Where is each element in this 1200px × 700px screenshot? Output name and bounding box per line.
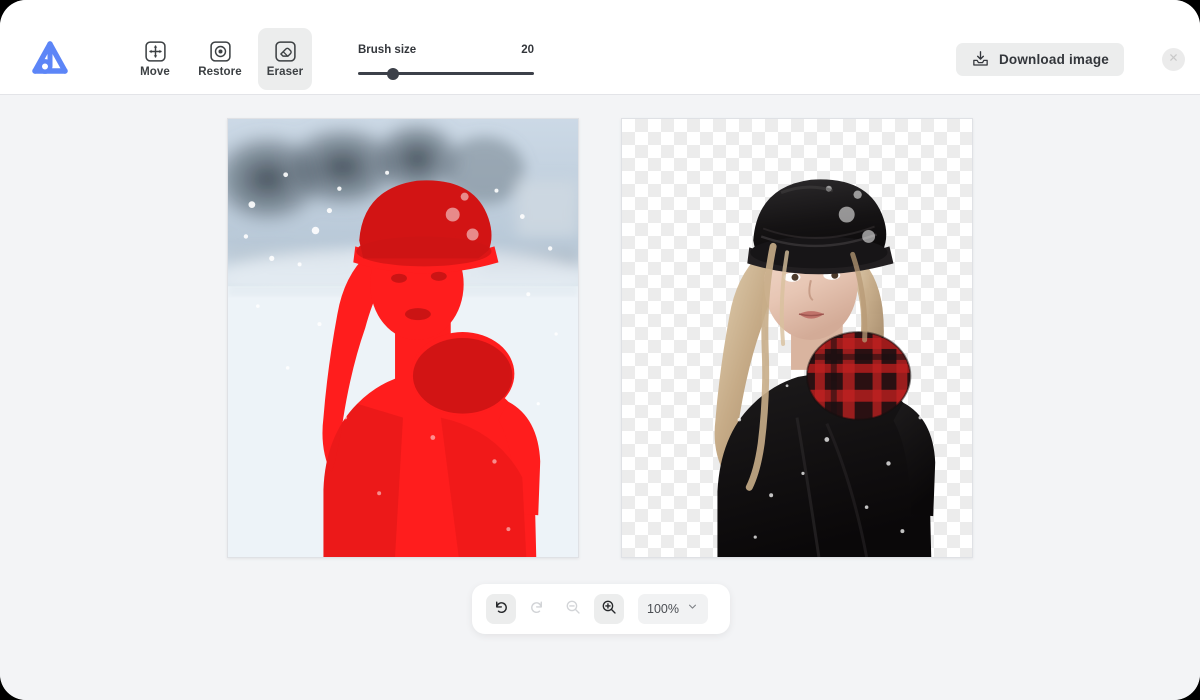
download-image-label: Download image: [998, 52, 1109, 67]
redo-button[interactable]: [522, 594, 552, 624]
zoom-level-value: 100%: [647, 602, 679, 616]
tool-restore[interactable]: Restore: [193, 28, 247, 90]
redo-arrow-icon: [528, 598, 546, 621]
close-button[interactable]: [1162, 48, 1185, 71]
zoom-in-icon: [600, 598, 618, 621]
result-image-transparent: [714, 179, 936, 557]
app-logo-icon: [27, 38, 73, 80]
tool-eraser-label: Eraser: [266, 65, 304, 78]
result-image-panel[interactable]: [621, 118, 973, 558]
tool-restore-label: Restore: [198, 65, 242, 78]
original-image-panel[interactable]: [227, 118, 579, 558]
zoom-in-button[interactable]: [594, 594, 624, 624]
app-window: Move Restore Eraser Brush size 20 Downlo…: [0, 0, 1200, 700]
download-tray-icon: [971, 49, 990, 71]
restore-target-icon: [209, 40, 232, 63]
brush-size-label: Brush size: [358, 44, 417, 56]
tool-move-label: Move: [140, 65, 170, 78]
slider-track: [358, 72, 534, 75]
move-arrows-icon: [144, 40, 167, 63]
original-image-with-mask: [228, 119, 578, 557]
tool-group: Move Restore Eraser: [128, 28, 312, 90]
zoom-out-button[interactable]: [558, 594, 588, 624]
zoom-history-toolbar: 100%: [472, 584, 730, 634]
undo-arrow-icon: [492, 598, 510, 621]
zoom-level-select[interactable]: 100%: [638, 594, 708, 624]
tool-eraser[interactable]: Eraser: [258, 28, 312, 90]
zoom-out-icon: [564, 598, 582, 621]
top-toolbar: Move Restore Eraser Brush size 20 Downlo…: [0, 0, 1200, 95]
close-x-icon: [1167, 51, 1180, 69]
eraser-icon: [274, 40, 297, 63]
slider-thumb[interactable]: [387, 67, 400, 80]
download-image-button[interactable]: Download image: [955, 43, 1124, 76]
brush-size-value: 20: [521, 44, 534, 56]
brush-size-control: Brush size 20: [358, 44, 534, 80]
brush-size-slider[interactable]: [358, 67, 534, 80]
tool-move[interactable]: Move: [128, 28, 182, 90]
chevron-down-icon: [686, 600, 699, 618]
undo-button[interactable]: [486, 594, 516, 624]
